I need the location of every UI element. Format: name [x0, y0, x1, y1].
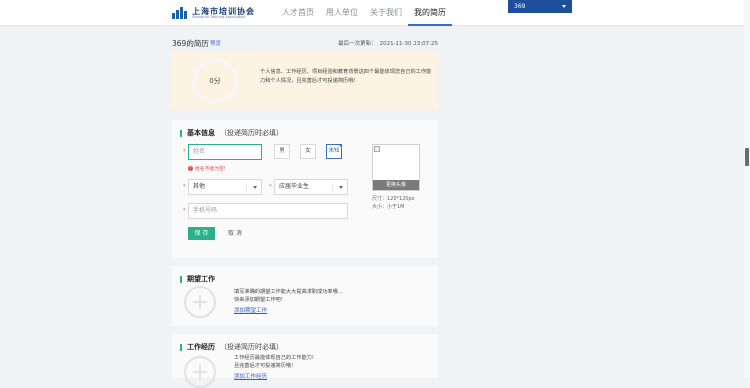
name-input[interactable]: 姓名 [188, 144, 262, 160]
expected-job-title: 期望工作 [187, 275, 215, 283]
last-updated: 最后一次更新： 2021-11-30 23:07:25 [338, 39, 438, 47]
nav-talent-home[interactable]: 人才首页 [276, 0, 320, 26]
basic-info-note: （投递简历时必填） [220, 129, 283, 137]
graduate-value: 应届毕业生 [279, 183, 310, 190]
required-mark: * [183, 208, 186, 214]
chevron-down-icon [253, 186, 257, 189]
score-value: 0分 [209, 77, 221, 85]
gender-male[interactable]: 男 [274, 144, 290, 159]
completeness-card: 0分 个人信息、工作经历、项目经验和教育背景这四个最能体现您自己的工作能力和个人… [172, 52, 438, 110]
chevron-down-icon [562, 5, 566, 8]
site-logo[interactable]: 上海市培训协会 Shanghai Training Association [172, 6, 255, 20]
expected-job-section: 期望工作 填写准确的期望工作能大大提高求职成功率哦… 快来添加期望工作吧! 添加… [172, 266, 438, 326]
gender-female[interactable]: 女 [300, 144, 316, 159]
basic-info-heading: 基本信息 （投递简历时必填） [180, 128, 283, 138]
work-hint2: 且完善后才可投递简历哦! [234, 363, 294, 369]
avatar-size: 尺寸：120*120px [372, 196, 415, 202]
add-circle-icon[interactable] [184, 356, 216, 388]
logo-subtitle: Shanghai Training Association [192, 14, 246, 19]
work-hint1: 工作经历最能体现自己的工作能力! [234, 355, 314, 361]
work-experience-section: 工作经历 （投递简历时必填） 工作经历最能体现自己的工作能力! 且完善后才可投递… [172, 334, 438, 388]
work-experience-heading: 工作经历 （投递简历时必填） [180, 342, 283, 352]
user-menu[interactable]: 369 [508, 0, 572, 13]
work-experience-note: （投递简历时必填） [220, 343, 283, 351]
avatar-max: 大小：小于1M [372, 204, 405, 210]
basic-info-section: 基本信息 （投递简历时必填） * 姓名 ! 姓名不能为空! 男 女 未知 * 其… [172, 120, 438, 258]
top-navbar: 上海市培训协会 Shanghai Training Association 人才… [0, 0, 750, 26]
score-ring: 0分 [192, 58, 238, 104]
add-work-experience-link[interactable]: 添加工作经历 [234, 372, 267, 380]
expected-job-hint2: 快来添加期望工作吧! [234, 297, 283, 303]
add-circle-icon[interactable] [184, 286, 216, 318]
logo-mark-icon [172, 7, 188, 19]
avatar: 更换头像 [372, 144, 420, 191]
broken-image-icon [374, 146, 380, 152]
last-updated-time: 2021-11-30 23:07:25 [379, 41, 438, 47]
cancel-button[interactable]: 取 消 [228, 227, 242, 240]
user-name: 369 [514, 3, 526, 10]
avatar-requirements: 尺寸：120*120px 大小：小于1M [372, 195, 415, 211]
change-avatar-button[interactable]: 更换头像 [373, 180, 419, 190]
resume-header: 369的简历 预览 最后一次更新： 2021-11-30 23:07:25 [172, 38, 438, 50]
logo-title: 上海市培训协会 [192, 5, 255, 16]
nav-about[interactable]: 关于我们 [364, 0, 408, 26]
nav-employers[interactable]: 用人单位 [320, 0, 364, 26]
basic-info-title: 基本信息 [187, 129, 215, 137]
gender-unknown[interactable]: 未知 [326, 144, 342, 159]
main-nav: 人才首页 用人单位 关于我们 我的简历 [276, 0, 452, 26]
phone-input[interactable]: 手机号码 [188, 203, 348, 219]
section-marker [180, 275, 182, 283]
graduate-select[interactable]: 应届毕业生 [274, 179, 348, 195]
error-icon: ! [188, 166, 193, 171]
save-button[interactable]: 保 存 [188, 227, 215, 240]
name-error-text: 姓名不能为空! [195, 167, 226, 172]
page-scrollbar[interactable] [744, 0, 750, 378]
expected-job-heading: 期望工作 [180, 274, 215, 284]
name-error: ! 姓名不能为空! [188, 165, 226, 172]
nav-my-resume[interactable]: 我的简历 [408, 0, 452, 26]
add-expected-job-link[interactable]: 添加期望工作 [234, 306, 267, 314]
required-mark: * [183, 149, 186, 155]
score-tip: 个人信息、工作经历、项目经验和教育背景这四个最能体现您自己的工作能力和个人情况，… [260, 69, 432, 84]
expected-job-hint1: 填写准确的期望工作能大大提高求职成功率哦… [234, 289, 343, 295]
identity-select[interactable]: 其他 [188, 179, 262, 195]
section-marker [180, 343, 182, 351]
last-updated-label: 最后一次更新： [338, 41, 377, 47]
required-mark: * [183, 184, 186, 190]
preview-link[interactable]: 预览 [210, 39, 221, 47]
chevron-down-icon [339, 186, 343, 189]
required-mark: * [269, 184, 272, 190]
scrollbar-thumb[interactable] [745, 148, 749, 166]
identity-value: 其他 [193, 183, 206, 190]
work-experience-title: 工作经历 [187, 343, 215, 351]
resume-title: 369的简历 [172, 39, 209, 48]
section-marker [180, 129, 182, 137]
